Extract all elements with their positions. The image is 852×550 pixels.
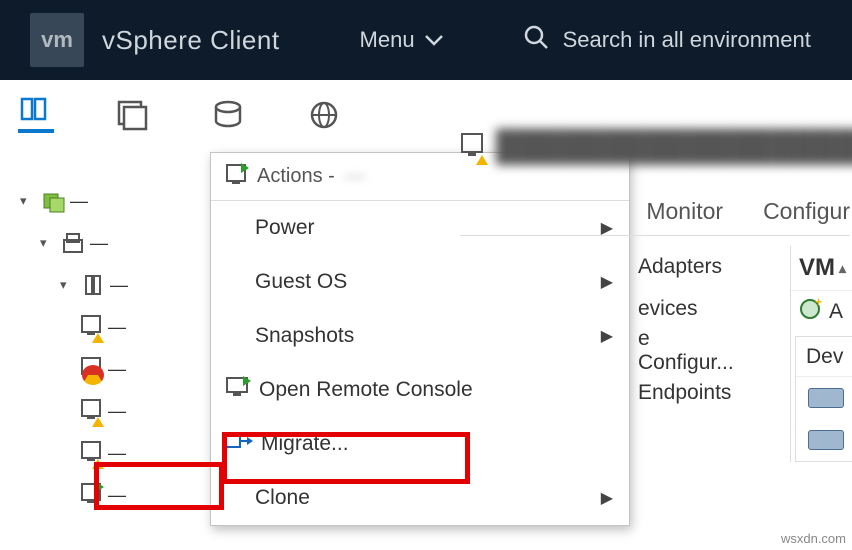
highlight-box-tree-vm [94, 462, 224, 510]
tab-vms-templates[interactable] [114, 97, 150, 133]
nic-icon [808, 430, 844, 450]
page-title: ██████████████████ [496, 130, 852, 164]
tree-root-label: — [70, 191, 88, 212]
menu-dropdown[interactable]: Menu [360, 27, 443, 53]
menu-label: Menu [360, 27, 415, 53]
menu-power-label: Power [255, 216, 315, 240]
device-subpanel-header: Dev [796, 337, 852, 377]
tab-networking[interactable] [306, 97, 342, 133]
menu-guest-os[interactable]: Guest OS ▶ [211, 255, 629, 309]
tab-storage[interactable] [210, 97, 246, 133]
tab-hosts-clusters[interactable] [18, 97, 54, 133]
tree-vm1-label: — [108, 317, 126, 338]
tree-host-label: — [110, 275, 128, 296]
device-row-1[interactable] [796, 377, 852, 419]
tree-vm2-label: — [108, 359, 126, 380]
menu-snapshots-label: Snapshots [255, 324, 354, 348]
panel-action-label: A [829, 300, 843, 324]
highlight-box-migrate [222, 432, 470, 484]
context-menu-header-target: — [345, 165, 365, 188]
row-devices[interactable]: evices [630, 288, 730, 330]
panel-title: VM ▴ [791, 246, 852, 290]
tree-vm-2[interactable]: — [6, 348, 220, 390]
panel-title-text: VM [799, 254, 835, 282]
search-placeholder: Search in all environment [563, 27, 811, 53]
device-subpanel: Dev [795, 336, 852, 462]
expander-icon[interactable]: ▾ [60, 277, 76, 293]
tab-monitor[interactable]: Monitor [646, 198, 723, 225]
tree-root[interactable]: ▾ — [6, 180, 220, 222]
search-box[interactable]: Search in all environment [523, 24, 811, 56]
menu-guest-os-label: Guest OS [255, 270, 347, 294]
watermark: wsxdn.com [781, 531, 846, 546]
submenu-arrow-icon: ▶ [601, 272, 613, 292]
panel-action[interactable]: + A [791, 290, 852, 332]
row-endpoints[interactable]: Endpoints [630, 372, 730, 414]
menu-open-remote-console[interactable]: Open Remote Console [211, 363, 629, 417]
menu-open-console-label: Open Remote Console [259, 378, 473, 402]
row-config[interactable]: e Configur... [630, 330, 730, 372]
tree-dc-label: — [90, 233, 108, 254]
vm-icon [80, 398, 102, 425]
app-title: vSphere Client [102, 25, 280, 56]
tree-vm3-label: — [108, 401, 126, 422]
menu-clone-label: Clone [255, 486, 310, 510]
tree-host[interactable]: ▾ — [6, 264, 220, 306]
submenu-arrow-icon: ▶ [601, 326, 613, 346]
globe-plus-icon: + [799, 298, 821, 326]
context-menu-header-prefix: Actions - [257, 165, 335, 188]
vmware-logo: vm [30, 13, 84, 67]
device-row-2[interactable] [796, 419, 852, 461]
expander-icon[interactable]: ▾ [20, 193, 36, 209]
top-bar: vm vSphere Client Menu Search in all env… [0, 0, 852, 80]
tree-vm-1[interactable]: — [6, 306, 220, 348]
content-pane: ██████████████████ Monitor Configur Adap… [460, 120, 850, 246]
submenu-arrow-icon: ▶ [601, 488, 613, 508]
vm-icon [80, 314, 102, 341]
row-adapters[interactable]: Adapters [630, 246, 730, 288]
expander-icon[interactable]: ▾ [40, 235, 56, 251]
chevron-down-icon [425, 27, 443, 53]
chevron-up-icon[interactable]: ▴ [839, 260, 846, 277]
tree-vm4-label: — [108, 443, 126, 464]
nic-icon [808, 388, 844, 408]
search-icon [523, 24, 549, 56]
vm-icon [80, 356, 102, 383]
vm-running-icon [225, 163, 247, 191]
svg-text:+: + [815, 295, 822, 309]
tab-configure[interactable]: Configur [763, 198, 850, 225]
tree-vm-3[interactable]: — [6, 390, 220, 432]
vm-icon [460, 132, 486, 163]
menu-snapshots[interactable]: Snapshots ▶ [211, 309, 629, 363]
tree-datacenter[interactable]: ▾ — [6, 222, 220, 264]
console-icon [225, 376, 249, 404]
